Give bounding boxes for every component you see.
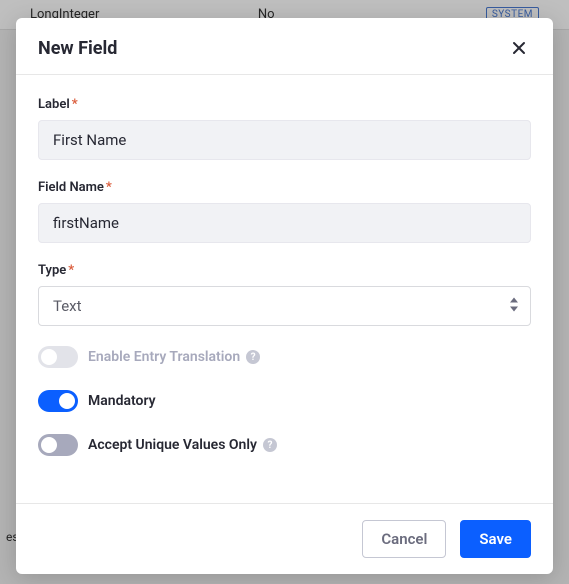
toggle-mandatory[interactable] [38, 390, 78, 412]
required-mark: * [72, 97, 78, 112]
label-input[interactable] [38, 120, 531, 160]
required-mark: * [68, 263, 74, 278]
required-mark: * [106, 180, 112, 195]
fieldname-input[interactable] [38, 203, 531, 243]
toggle-translation [38, 346, 78, 368]
fieldname-field-label: Field Name* [38, 180, 531, 195]
label-field-label: Label* [38, 97, 531, 112]
save-button[interactable]: Save [460, 520, 531, 558]
label-text: Mandatory [88, 393, 156, 409]
label-text: Label [38, 97, 70, 112]
fieldname-text: Field Name [38, 180, 104, 195]
label-text: Enable Entry Translation [88, 349, 240, 365]
type-field-group: Type* [38, 263, 531, 326]
toggle-translation-label: Enable Entry Translation ? [88, 349, 260, 365]
help-icon[interactable]: ? [246, 350, 260, 364]
toggle-unique-row: Accept Unique Values Only ? [38, 434, 531, 456]
toggle-thumb [41, 349, 57, 365]
modal-body: Label* Field Name* Type* [16, 75, 553, 503]
modal-footer: Cancel Save [16, 503, 553, 574]
cancel-button[interactable]: Cancel [362, 520, 446, 558]
close-button[interactable] [507, 36, 531, 60]
toggle-unique-label: Accept Unique Values Only ? [88, 437, 277, 453]
toggle-translation-row: Enable Entry Translation ? [38, 346, 531, 368]
help-icon[interactable]: ? [263, 438, 277, 452]
toggle-unique[interactable] [38, 434, 78, 456]
modal-title: New Field [38, 38, 117, 59]
toggle-mandatory-label: Mandatory [88, 393, 156, 409]
close-icon [511, 40, 527, 56]
toggle-thumb [41, 437, 57, 453]
toggle-mandatory-row: Mandatory [38, 390, 531, 412]
toggle-thumb [59, 393, 75, 409]
type-text: Type [38, 263, 66, 278]
type-select[interactable] [38, 286, 531, 326]
modal-header: New Field [16, 18, 553, 75]
fieldname-field-group: Field Name* [38, 180, 531, 243]
type-field-label: Type* [38, 263, 531, 278]
type-select-wrap [38, 286, 531, 326]
label-field-group: Label* [38, 97, 531, 160]
label-text: Accept Unique Values Only [88, 437, 257, 453]
new-field-modal: New Field Label* Field Name* Type* [16, 18, 553, 574]
